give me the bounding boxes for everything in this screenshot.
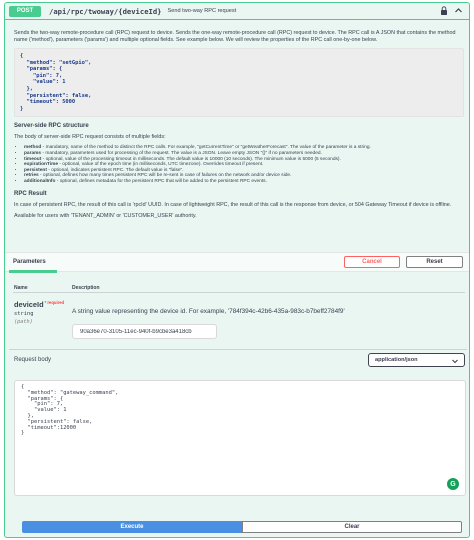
example-code-block: { "method": "setGpio", "params": { "pin"…	[14, 48, 464, 118]
operation-path: /api/rpc/twoway/{deviceId}	[49, 6, 162, 16]
cancel-button[interactable]: Cancel	[344, 256, 400, 268]
operation-block: POST /api/rpc/twoway/{deviceId} Send two…	[4, 2, 470, 538]
content-type-value: application/json	[375, 357, 418, 363]
param-location: (path)	[14, 319, 33, 325]
chevron-down-icon	[451, 357, 459, 367]
list-item: additionalInfo - optional, defines metad…	[24, 179, 464, 185]
lock-icon[interactable]	[440, 6, 448, 17]
tab-underline	[9, 270, 57, 273]
structure-heading: Server-side RPC structure	[14, 123, 89, 130]
result-heading: RPC Result	[14, 190, 47, 197]
required-marker: * required	[44, 300, 65, 305]
content-type-select[interactable]: application/json	[368, 353, 465, 367]
operation-header[interactable]: POST /api/rpc/twoway/{deviceId} Send two…	[5, 3, 469, 20]
param-name: deviceId* required	[14, 300, 65, 309]
chevron-up-icon[interactable]	[454, 6, 463, 17]
param-type: string	[14, 311, 34, 317]
column-header-description: Description	[72, 285, 100, 291]
result-text: In case of persistent RPC, the result of…	[14, 201, 452, 208]
param-description: A string value representing the device i…	[72, 308, 345, 315]
column-header-name: Name	[14, 285, 28, 291]
tab-parameters[interactable]: Parameters	[13, 259, 46, 265]
method-badge: POST	[9, 5, 41, 17]
reset-button[interactable]: Reset	[406, 256, 463, 268]
execute-button[interactable]: Execute	[22, 521, 242, 533]
request-body-editor[interactable]: { "method": "gateway_command", "params":…	[14, 380, 466, 496]
operation-summary: Send two-way RPC request	[167, 8, 237, 14]
header-divider	[13, 292, 465, 293]
field-list: method - mandatory, name of the method t…	[24, 145, 464, 184]
device-id-input[interactable]	[72, 324, 217, 339]
availability-text: Available for users with 'TENANT_ADMIN' …	[14, 212, 197, 219]
execute-bar: Execute Clear	[22, 521, 462, 533]
operation-description: Sends the two-way remote-procedure call …	[14, 30, 464, 224]
description-intro: Sends the two-way remote-procedure call …	[14, 30, 456, 43]
clear-button[interactable]: Clear	[242, 521, 462, 533]
parameters-bar: Parameters Cancel Reset	[5, 252, 469, 273]
structure-intro: The body of server-side RPC request cons…	[14, 134, 166, 141]
request-body-divider	[9, 349, 467, 350]
request-body-label: Request body	[14, 357, 52, 363]
grammarly-icon[interactable]: G	[447, 478, 459, 490]
